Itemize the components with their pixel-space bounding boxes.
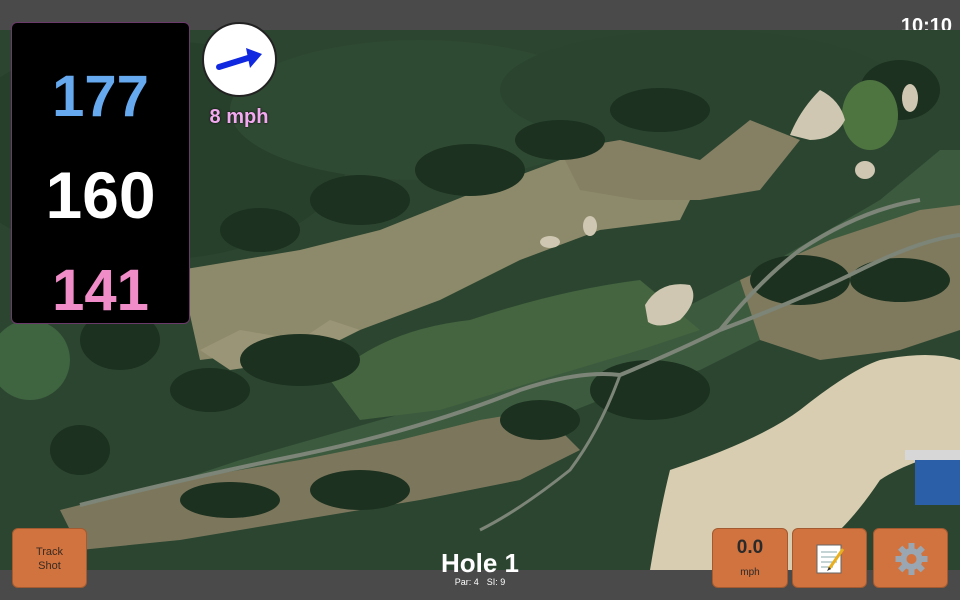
speed-unit: mph — [740, 567, 760, 578]
wind-speed: 8 mph — [209, 106, 269, 128]
speed-button[interactable]: 0.0 mph — [712, 528, 788, 588]
hole-stroke-index: SI: 9 — [486, 577, 506, 587]
gear-icon — [895, 543, 928, 575]
track-shot-label-line1: Track — [35, 546, 64, 558]
track-shot-button[interactable]: Track Shot — [12, 528, 87, 588]
notepad-icon — [816, 544, 845, 574]
wind-indicator — [202, 22, 277, 97]
settings-button[interactable] — [873, 528, 948, 588]
front-distance: 141 — [52, 258, 149, 323]
speed-value: 0.0 — [736, 537, 764, 558]
notes-button[interactable] — [792, 528, 867, 588]
hole-info: Par: 4 SI: 9 — [400, 577, 560, 587]
hole-par: Par: 4 — [454, 577, 479, 587]
back-distance: 177 — [52, 64, 149, 129]
track-shot-label-line2: Shot — [38, 560, 61, 572]
hole-title: Hole 1 — [440, 548, 520, 578]
wind-arrow-icon — [216, 48, 262, 70]
distance-panel: 177 160 141 — [11, 22, 190, 324]
middle-distance: 160 — [45, 158, 156, 232]
